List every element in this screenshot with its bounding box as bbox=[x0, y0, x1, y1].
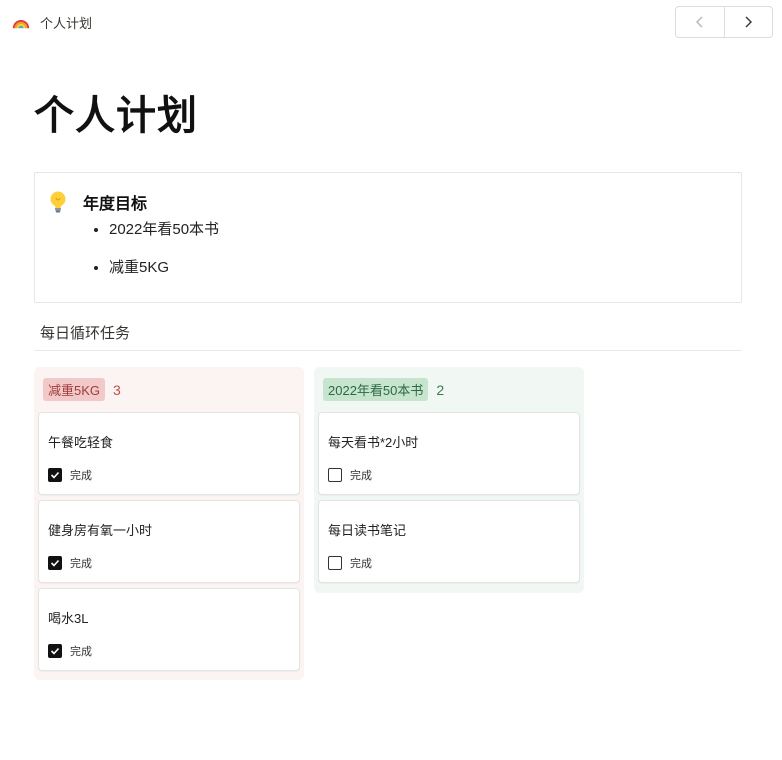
board-column-reading: 2022年看50本书 2 每天看书*2小时 完成 每日读书笔记 完成 bbox=[314, 367, 584, 593]
top-bar: 个人计划 bbox=[0, 0, 782, 44]
card-title: 喝水3L bbox=[48, 611, 89, 626]
card-title: 健身房有氧一小时 bbox=[48, 523, 153, 538]
group-count: 3 bbox=[113, 381, 121, 398]
group-tag[interactable]: 减重5KG bbox=[43, 378, 106, 401]
checkbox-label: 完成 bbox=[70, 558, 92, 570]
done-checkbox[interactable] bbox=[48, 468, 62, 482]
checkmark-icon bbox=[50, 471, 60, 479]
card-title: 午餐吃轻食 bbox=[48, 435, 114, 450]
annual-goals-callout: 年度目标 2022年看50本书 减重5KG bbox=[34, 172, 742, 303]
checkbox-label: 完成 bbox=[70, 646, 92, 658]
task-card[interactable]: 健身房有氧一小时 完成 bbox=[38, 500, 300, 583]
previous-page-button[interactable] bbox=[676, 7, 724, 37]
task-card[interactable]: 每日读书笔记 完成 bbox=[318, 500, 580, 583]
card-title: 每日读书笔记 bbox=[328, 523, 407, 538]
done-checkbox[interactable] bbox=[328, 468, 342, 482]
checkmark-icon bbox=[50, 647, 60, 655]
rainbow-icon bbox=[12, 20, 30, 29]
breadcrumb-title[interactable]: 个人计划 bbox=[40, 13, 92, 32]
page-title[interactable]: 个人计划 bbox=[34, 88, 198, 144]
done-checkbox-row: 完成 bbox=[328, 467, 372, 483]
checkbox-label: 完成 bbox=[350, 470, 372, 482]
chevron-right-icon bbox=[745, 16, 753, 28]
task-card[interactable]: 喝水3L 完成 bbox=[38, 588, 300, 671]
checkbox-label: 完成 bbox=[70, 470, 92, 482]
checkbox-label: 完成 bbox=[350, 558, 372, 570]
callout-title: 年度目标 bbox=[83, 196, 148, 213]
task-card[interactable]: 午餐吃轻食 完成 bbox=[38, 412, 300, 495]
chevron-left-icon bbox=[695, 16, 703, 28]
goal-item: 减重5KG bbox=[109, 257, 219, 295]
done-checkbox-row: 完成 bbox=[48, 643, 92, 659]
goal-item: 2022年看50本书 bbox=[109, 219, 219, 257]
board-column-weight: 减重5KG 3 午餐吃轻食 完成 健身房有氧一小时 完成 喝水3L 完成 bbox=[34, 367, 304, 680]
next-page-button[interactable] bbox=[723, 7, 772, 37]
group-count: 2 bbox=[436, 381, 445, 398]
done-checkbox[interactable] bbox=[328, 556, 342, 570]
page-navigation bbox=[675, 6, 773, 38]
card-title: 每天看书*2小时 bbox=[328, 435, 419, 450]
group-tag[interactable]: 2022年看50本书 bbox=[323, 378, 429, 401]
done-checkbox-row: 完成 bbox=[328, 555, 372, 571]
goals-list: 2022年看50本书 减重5KG bbox=[91, 219, 219, 295]
column-header: 2022年看50本书 2 bbox=[318, 367, 580, 412]
done-checkbox-row: 完成 bbox=[48, 555, 92, 571]
divider bbox=[34, 350, 742, 351]
task-card[interactable]: 每天看书*2小时 完成 bbox=[318, 412, 580, 495]
done-checkbox[interactable] bbox=[48, 644, 62, 658]
checkmark-icon bbox=[50, 559, 60, 567]
section-title-daily-tasks[interactable]: 每日循环任务 bbox=[40, 322, 130, 343]
done-checkbox[interactable] bbox=[48, 556, 62, 570]
done-checkbox-row: 完成 bbox=[48, 467, 92, 483]
lightbulb-icon bbox=[50, 191, 66, 213]
column-header: 减重5KG 3 bbox=[38, 367, 300, 412]
